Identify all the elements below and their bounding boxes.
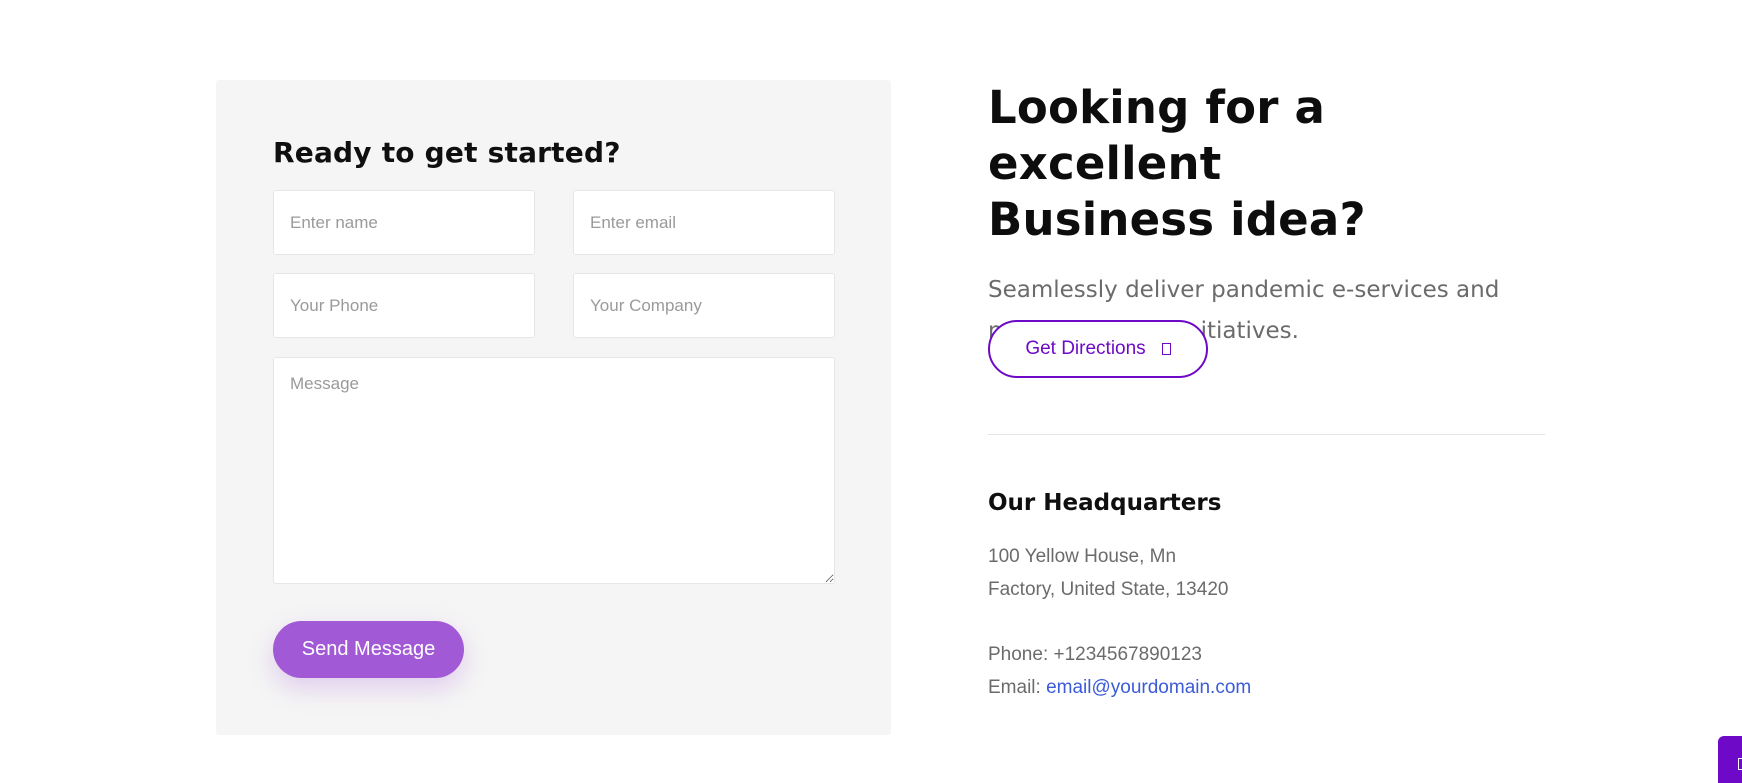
- name-input[interactable]: [273, 190, 535, 255]
- company-input[interactable]: [573, 273, 835, 338]
- headline-line-1: Looking for a excellent: [988, 81, 1326, 190]
- email-row: Email: email@yourdomain.com: [988, 671, 1251, 704]
- address: 100 Yellow House, Mn Factory, United Sta…: [988, 540, 1228, 606]
- email-link[interactable]: email@yourdomain.com: [1046, 677, 1251, 698]
- phone-label: Phone:: [988, 644, 1049, 665]
- headline-line-2: Business idea?: [988, 193, 1366, 246]
- email-label: Email:: [988, 677, 1041, 698]
- message-textarea[interactable]: [273, 357, 835, 584]
- send-message-button[interactable]: Send Message: [273, 621, 464, 678]
- info-panel: Looking for a excellent Business idea? S…: [988, 80, 1548, 698]
- floating-widget-button[interactable]: [1718, 736, 1742, 783]
- phone-value: +1234567890123: [1053, 644, 1202, 665]
- contact-form-card: Ready to get started? Send Message: [216, 80, 891, 735]
- phone-input[interactable]: [273, 273, 535, 338]
- divider: [988, 434, 1545, 435]
- address-line-1: 100 Yellow House, Mn: [988, 546, 1177, 567]
- widget-icon: [1738, 758, 1742, 770]
- arrow-icon: [1161, 343, 1171, 355]
- headline: Looking for a excellent Business idea?: [988, 80, 1548, 248]
- phone-row: Phone: +1234567890123: [988, 638, 1251, 671]
- get-directions-label: Get Directions: [1025, 338, 1146, 359]
- email-input[interactable]: [573, 190, 835, 255]
- address-line-2: Factory, United State, 13420: [988, 579, 1229, 600]
- contact-details: Phone: +1234567890123 Email: email@yourd…: [988, 638, 1251, 704]
- headquarters-title: Our Headquarters: [988, 490, 1222, 516]
- get-directions-button[interactable]: Get Directions: [988, 320, 1208, 378]
- form-title: Ready to get started?: [273, 136, 621, 169]
